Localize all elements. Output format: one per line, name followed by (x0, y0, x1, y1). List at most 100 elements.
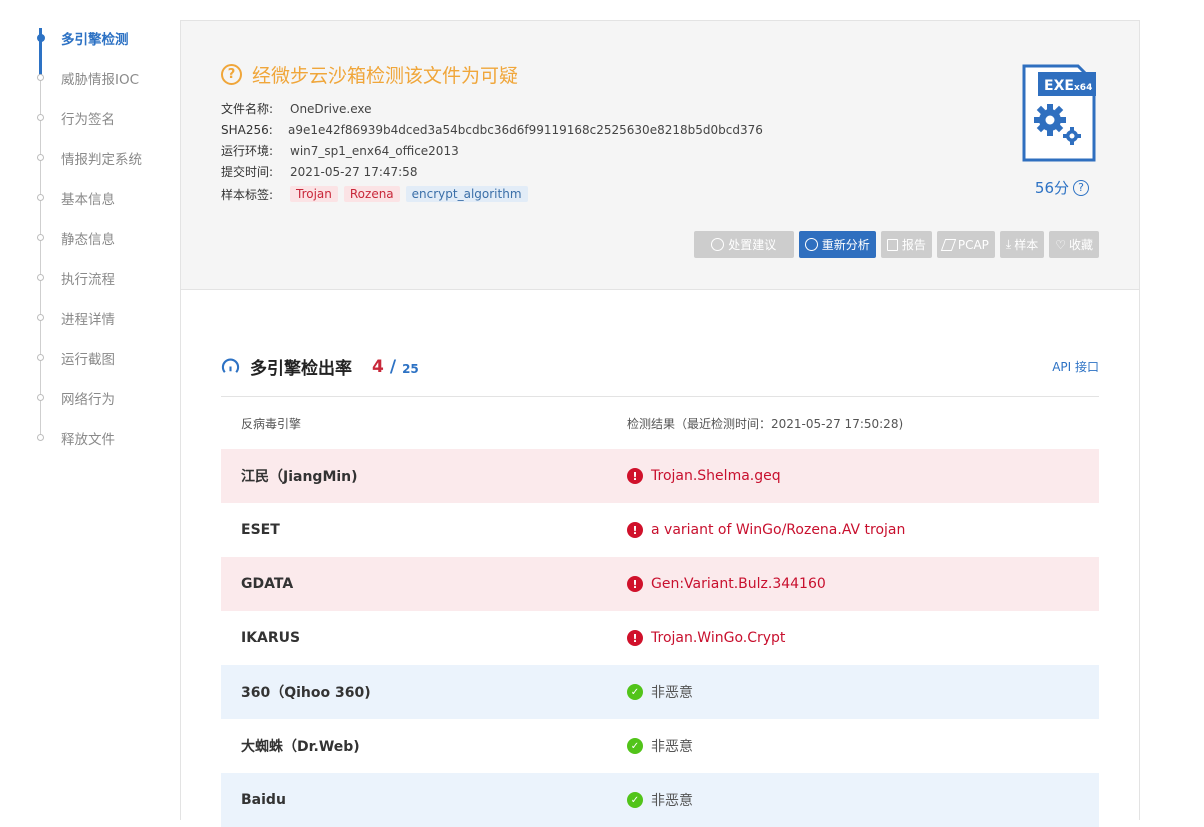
detection-table: 反病毒引擎 检测结果（最近检测时间：2021-05-27 17:50:28) 江… (221, 396, 1099, 827)
meta-row-time: 提交时间: 2021-05-27 17:47:58 (221, 161, 763, 182)
timeline-dot (37, 234, 44, 241)
sidebar-item-network[interactable]: 网络行为 (30, 378, 170, 418)
tag-rozena[interactable]: Rozena (343, 186, 400, 202)
button-label: 重新分析 (821, 238, 870, 252)
tag-encrypt-algorithm[interactable]: encrypt_algorithm (405, 186, 528, 202)
sidebar-item-label: 网络行为 (61, 392, 115, 408)
timeline-dot (37, 194, 44, 201)
table-row: 江民（JiangMin) ! Trojan.Shelma.geq (221, 449, 1099, 503)
sidebar-item-threat-ioc[interactable]: 威胁情报IOC (30, 58, 170, 98)
table-row: IKARUS ! Trojan.WinGo.Crypt (221, 611, 1099, 665)
engine-name: GDATA (241, 576, 294, 592)
sidebar-item-static-info[interactable]: 静态信息 (30, 218, 170, 258)
detection-result: a variant of WinGo/Rozena.AV trojan (651, 522, 906, 538)
engine-name: 大蜘蛛（Dr.Web) (241, 739, 360, 755)
sidebar-item-label: 多引擎检测 (61, 32, 129, 48)
exe-file-icon: EXE x64 (1022, 64, 1096, 162)
detection-result: Trojan.Shelma.geq (651, 468, 781, 484)
check-circle-icon: ✓ (627, 792, 643, 808)
alert-icon: ! (627, 576, 643, 592)
meta-key: 运行环境: (221, 144, 274, 158)
favorite-button[interactable]: ♡ 收藏 (1049, 231, 1099, 258)
sidebar-item-multi-engine[interactable]: 多引擎检测 (30, 18, 170, 58)
detection-header: 多引擎检出率 4 / 25 API 接口 (221, 354, 1099, 379)
pcap-button[interactable]: PCAP (936, 231, 995, 258)
sidebar-item-label: 运行截图 (61, 352, 115, 368)
sidebar-item-label: 静态信息 (61, 232, 115, 248)
disposal-advice-button[interactable]: 处置建议 (693, 231, 794, 258)
sidebar-item-basic-info[interactable]: 基本信息 (30, 178, 170, 218)
verdict-text: 经微步云沙箱检测该文件为可疑 (252, 65, 519, 87)
detection-result: Trojan.WinGo.Crypt (651, 630, 786, 646)
wrench-icon (711, 238, 725, 251)
exe-badge-sub: x64 (1074, 83, 1092, 93)
table-row: Baidu ✓ 非恶意 (221, 773, 1099, 827)
help-icon[interactable]: ? (1073, 179, 1089, 196)
threat-score: 56分 ? (1035, 177, 1089, 198)
reanalyze-button[interactable]: 重新分析 (798, 231, 876, 258)
sidebar-item-screenshots[interactable]: 运行截图 (30, 338, 170, 378)
check-circle-icon: ✓ (627, 684, 643, 700)
main-panel: ? 经微步云沙箱检测该文件为可疑 文件名称: OneDrive.exe SHA2… (180, 20, 1140, 827)
heart-icon: ♡ (1055, 237, 1066, 252)
meta-row-sha256: SHA256: a9e1e42f86939b4dced3a54bcdbc36d6… (221, 119, 763, 140)
sidebar-item-exec-flow[interactable]: 执行流程 (30, 258, 170, 298)
engine-name: IKARUS (241, 630, 301, 646)
meta-key: 提交时间: (221, 165, 274, 179)
alert-icon: ! (627, 522, 643, 538)
meta-key: SHA256: (221, 122, 273, 137)
meta-row-env: 运行环境: win7_sp1_enx64_office2013 (221, 140, 763, 161)
button-label: 报告 (901, 238, 926, 252)
detection-result: Gen:Variant.Bulz.344160 (651, 576, 826, 592)
engine-name: 江民（JiangMin) (241, 469, 358, 485)
summary-card: ? 经微步云沙箱检测该文件为可疑 文件名称: OneDrive.exe SHA2… (181, 21, 1139, 290)
column-engine: 反病毒引擎 (241, 416, 302, 431)
meta-key: 文件名称: (221, 102, 274, 116)
detection-total: 25 (402, 361, 419, 376)
sha256-value: a9e1e42f86939b4dced3a54bcdbc36d6f9911916… (288, 122, 763, 137)
column-result: 检测结果（最近检测时间：2021-05-27 17:50:28) (627, 416, 904, 431)
table-row: GDATA ! Gen:Variant.Bulz.344160 (221, 557, 1099, 611)
report-button[interactable]: 报告 (880, 231, 932, 258)
detection-result: 非恶意 (651, 739, 693, 755)
sample-download-button[interactable]: ⤓ 样本 (999, 231, 1045, 258)
table-row: 大蜘蛛（Dr.Web) ✓ 非恶意 (221, 719, 1099, 773)
button-label: PCAP (957, 237, 989, 252)
sidebar-item-dropped-files[interactable]: 释放文件 (30, 418, 170, 458)
engine-name: ESET (241, 522, 280, 538)
download-icon: ⤓ (1005, 237, 1012, 251)
meta-row-filename: 文件名称: OneDrive.exe (221, 98, 763, 119)
sidebar-item-intel-judgement[interactable]: 情报判定系统 (30, 138, 170, 178)
engine-name: 360（Qihoo 360) (241, 685, 371, 701)
sidebar-item-behavior-signature[interactable]: 行为签名 (30, 98, 170, 138)
sidebar-item-label: 威胁情报IOC (61, 72, 140, 88)
env-value: win7_sp1_enx64_office2013 (290, 143, 459, 158)
timeline-dot (37, 274, 44, 281)
table-row: 360（Qihoo 360) ✓ 非恶意 (221, 665, 1099, 719)
file-meta: 文件名称: OneDrive.exe SHA256: a9e1e42f86939… (221, 98, 763, 206)
timeline-dot (37, 434, 44, 441)
action-bar: 处置建议 重新分析 报告 PCAP ⤓ 样本 ♡ 收藏 (693, 231, 1099, 258)
engine-name: Baidu (241, 792, 286, 808)
timeline-dot (37, 354, 44, 361)
sidebar-item-label: 释放文件 (61, 432, 115, 448)
sidebar-item-label: 行为签名 (61, 112, 115, 128)
sidebar-item-process-detail[interactable]: 进程详情 (30, 298, 170, 338)
table-row: ESET ! a variant of WinGo/Rozena.AV troja… (221, 503, 1099, 557)
verdict: ? 经微步云沙箱检测该文件为可疑 (221, 61, 518, 88)
table-header: 反病毒引擎 检测结果（最近检测时间：2021-05-27 17:50:28) (221, 397, 1099, 449)
api-link[interactable]: API 接口 (1052, 358, 1099, 375)
exe-badge-label: EXE (1044, 78, 1074, 94)
detection-title: 多引擎检出率 (250, 359, 352, 379)
timeline-dot (37, 314, 44, 321)
sidebar-item-label: 进程详情 (61, 312, 115, 328)
alert-icon: ! (627, 468, 643, 484)
timeline-dot (37, 394, 44, 401)
detection-hits: 4 (372, 356, 384, 377)
pcap-icon (940, 238, 957, 251)
timeline-dot (37, 114, 44, 121)
tag-trojan[interactable]: Trojan (290, 186, 338, 202)
sidebar-item-label: 情报判定系统 (61, 152, 142, 168)
sidebar-item-label: 执行流程 (61, 272, 115, 288)
gauge-icon (221, 358, 240, 373)
